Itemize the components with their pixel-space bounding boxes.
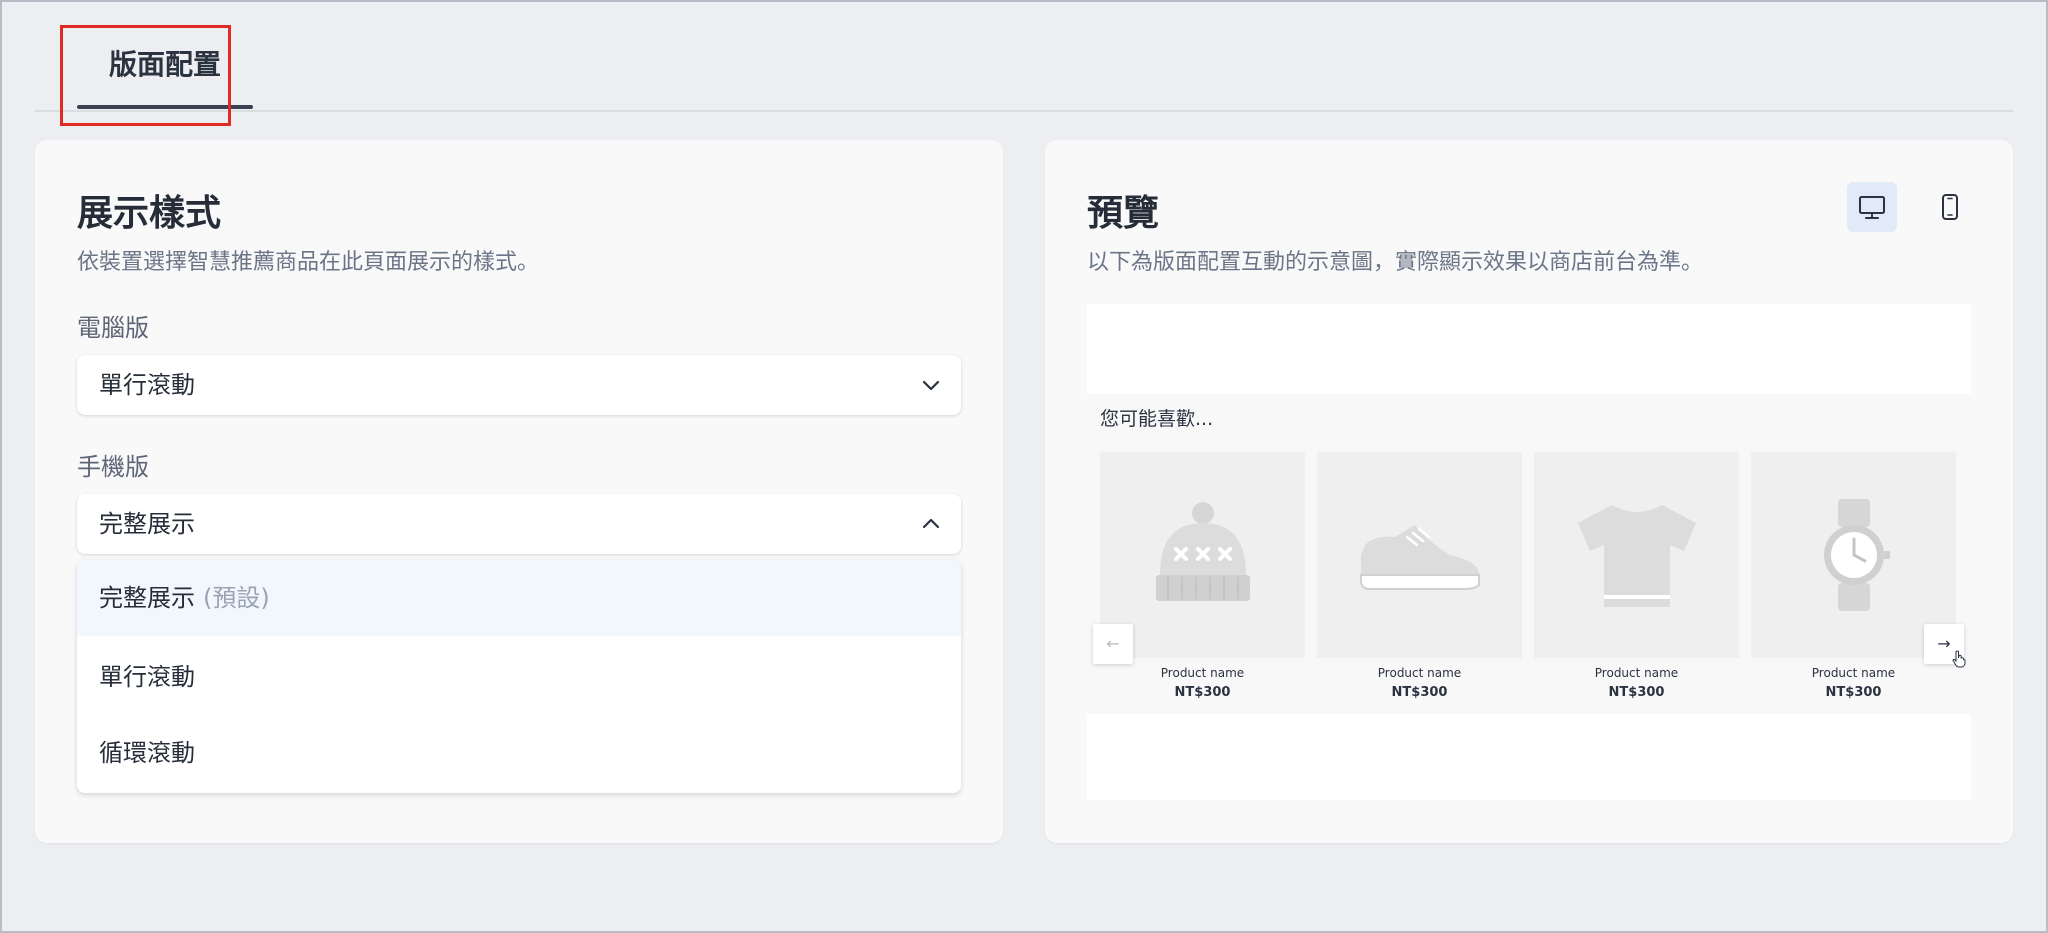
arrow-right-icon: → — [1937, 634, 1951, 653]
desktop-style-select[interactable]: 單行滾動 — [77, 355, 961, 415]
option-full-display-text: 完整展示 (預設) — [99, 560, 270, 636]
option-loop-scroll-label: 循環滾動 — [99, 739, 195, 767]
mobile-label: 手機版 — [77, 453, 149, 481]
option-single-row-scroll-label: 單行滾動 — [99, 663, 195, 691]
mobile-style-select[interactable]: 完整展示 — [77, 494, 961, 554]
product-price: NT$300 — [1174, 685, 1231, 700]
desktop-preview-button[interactable] — [1847, 182, 1897, 232]
preview-canvas: 您可能喜歡... Product name NT$300 Product nam… — [1087, 304, 1971, 800]
hand-cursor-icon — [1952, 650, 1966, 668]
preview-card: 預覽 以下為版面配置互動的示意圖，實際顯示效果以商店前台為準。 您可能喜歡... — [1045, 140, 2013, 843]
chevron-up-icon — [922, 518, 940, 529]
product-card[interactable]: Product name NT$300 — [1534, 452, 1739, 700]
recommendation-title: 您可能喜歡... — [1100, 408, 1214, 430]
product-price: NT$300 — [1608, 685, 1665, 700]
display-style-card: 展示樣式 依裝置選擇智慧推薦商品在此頁面展示的樣式。 電腦版 單行滾動 手機版 … — [35, 140, 1003, 843]
product-card[interactable]: Product name NT$300 — [1317, 452, 1522, 700]
mobile-style-value: 完整展示 — [99, 510, 195, 538]
option-full-display[interactable]: 完整展示 (預設) — [77, 560, 961, 636]
product-price: NT$300 — [1825, 685, 1882, 700]
annotation-highlight-box — [60, 25, 231, 126]
desktop-style-value: 單行滾動 — [99, 371, 195, 399]
mobile-phone-icon — [1942, 194, 1958, 220]
product-name: Product name — [1377, 666, 1462, 680]
display-style-title: 展示樣式 — [77, 193, 222, 234]
beanie-icon — [1155, 502, 1250, 601]
mobile-style-dropdown: 完整展示 (預設) 單行滾動 循環滾動 — [77, 560, 961, 793]
carousel-prev-button[interactable]: ← — [1093, 624, 1133, 664]
recommendation-section: 您可能喜歡... Product name NT$300 Product nam… — [1087, 394, 1971, 714]
watch-icon — [1823, 499, 1890, 611]
product-price: NT$300 — [1391, 685, 1448, 700]
preview-title: 預覽 — [1087, 193, 1160, 234]
desktop-label: 電腦版 — [77, 314, 149, 342]
option-full-display-label: 完整展示 — [99, 584, 195, 612]
mobile-preview-button[interactable] — [1925, 182, 1975, 232]
option-default-hint: (預設) — [203, 584, 270, 612]
desktop-icon — [1859, 196, 1885, 219]
product-image — [1317, 452, 1522, 658]
arrow-left-icon: ← — [1106, 634, 1120, 653]
sneaker-icon — [1359, 525, 1480, 590]
chevron-down-icon — [922, 380, 940, 391]
product-image — [1534, 452, 1739, 658]
product-name: Product name — [1811, 666, 1896, 680]
option-single-row-scroll[interactable]: 單行滾動 — [77, 639, 961, 715]
tshirt-icon — [1577, 505, 1696, 607]
product-name: Product name — [1594, 666, 1679, 680]
display-style-description: 依裝置選擇智慧推薦商品在此頁面展示的樣式。 — [77, 250, 540, 275]
tab-bar: 版面配置 — [35, 0, 2013, 112]
option-loop-scroll[interactable]: 循環滾動 — [77, 715, 961, 791]
product-name: Product name — [1160, 666, 1245, 680]
preview-description: 以下為版面配置互動的示意圖，實際顯示效果以商店前台為準。 — [1087, 250, 1704, 275]
